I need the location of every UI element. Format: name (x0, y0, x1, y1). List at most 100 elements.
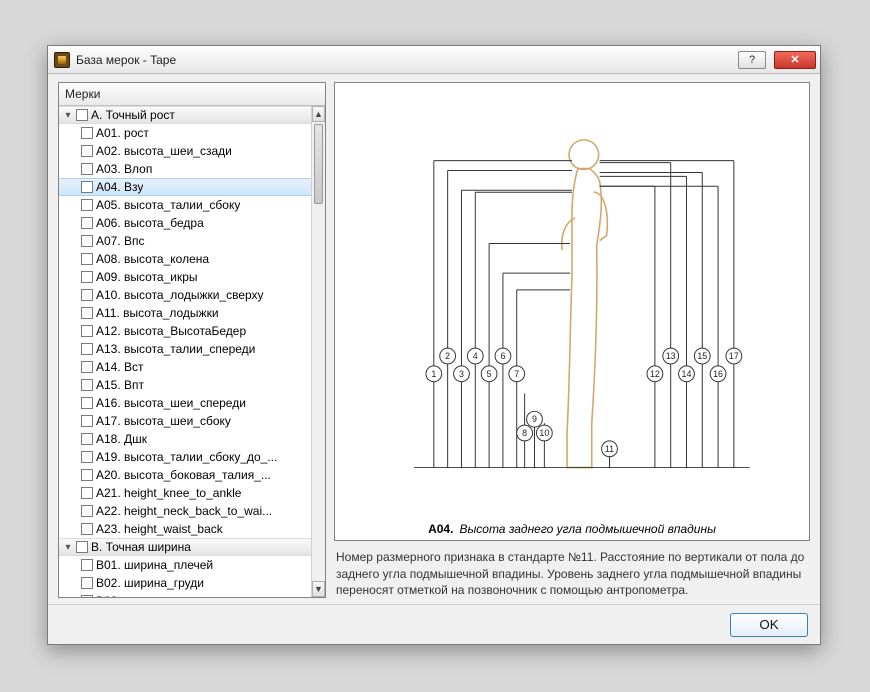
scroll-thumb[interactable] (314, 124, 323, 204)
checkbox[interactable] (81, 217, 93, 229)
tree-group-label: B. Точная ширина (91, 540, 191, 554)
checkbox[interactable] (81, 433, 93, 445)
measurements-tree[interactable]: ▾A. Точный рост A01. рост A02. высота_шеи_… (59, 106, 311, 597)
checkbox[interactable] (81, 307, 93, 319)
checkbox[interactable] (81, 343, 93, 355)
expand-icon[interactable]: ▾ (63, 542, 73, 553)
checkbox[interactable] (81, 415, 93, 427)
tree-item-label: A15. Впт (96, 378, 144, 392)
tree-item-label: A17. высота_шеи_сбоку (96, 414, 231, 428)
checkbox[interactable] (81, 181, 93, 193)
measurement-diagram: 1234567891011121314151617 A04. Высота за… (334, 82, 810, 541)
diagram-svg: 1234567891011121314151617 (345, 91, 799, 518)
checkbox[interactable] (81, 397, 93, 409)
measurements-panel: Мерки ▾A. Точный ростA01. ростA02. высот… (58, 82, 326, 598)
checkbox[interactable] (81, 163, 93, 175)
tree-wrap: ▾A. Точный рост A01. рост A02. высота_шеи_… (59, 106, 325, 597)
checkbox[interactable] (81, 235, 93, 247)
checkbox[interactable] (81, 451, 93, 463)
tree-item[interactable]: A17. высота_шеи_сбоку (59, 412, 311, 430)
tree-item[interactable]: A07. Впс (59, 232, 311, 250)
tree-item[interactable]: A19. высота_талии_сбоку_до_... (59, 448, 311, 466)
svg-text:10: 10 (539, 428, 549, 438)
tree-item[interactable]: A23. height_waist_back (59, 520, 311, 538)
tree-item-label: B02. ширина_груди (96, 576, 204, 590)
tree-item[interactable]: A18. Дшк (59, 430, 311, 448)
svg-text:17: 17 (729, 351, 739, 361)
help-button[interactable]: ? (738, 51, 766, 69)
checkbox[interactable] (81, 271, 93, 283)
tree-item[interactable]: A22. height_neck_back_to_wai... (59, 502, 311, 520)
tree-item-label: A12. высота_ВысотаБедер (96, 324, 246, 338)
tree-item[interactable]: A15. Впт (59, 376, 311, 394)
svg-text:14: 14 (682, 369, 692, 379)
checkbox[interactable] (81, 361, 93, 373)
checkbox[interactable] (81, 505, 93, 517)
checkbox[interactable] (81, 523, 93, 535)
checkbox[interactable] (76, 541, 88, 553)
tree-item[interactable]: B02. ширина_груди (59, 574, 311, 592)
tree-item[interactable]: A12. высота_ВысотаБедер (59, 322, 311, 340)
tree-item[interactable]: A03. Влоп (59, 160, 311, 178)
tree-item[interactable]: A20. высота_боковая_талия_... (59, 466, 311, 484)
tree-item-label: A11. высота_лодыжки (96, 306, 219, 320)
checkbox[interactable] (81, 325, 93, 337)
svg-text:9: 9 (532, 414, 537, 424)
checkbox[interactable] (81, 289, 93, 301)
checkbox[interactable] (81, 145, 93, 157)
tree-item[interactable]: B03. ширина_талии (59, 592, 311, 597)
tree-item[interactable]: A21. height_knee_to_ankle (59, 484, 311, 502)
tree-item[interactable]: A04. Взу (59, 178, 311, 196)
ok-button[interactable]: OK (730, 613, 808, 637)
svg-text:15: 15 (697, 351, 707, 361)
checkbox[interactable] (76, 109, 88, 121)
tree-item-label: A08. высота_колена (96, 252, 209, 266)
checkbox[interactable] (81, 199, 93, 211)
checkbox[interactable] (81, 487, 93, 499)
svg-text:8: 8 (522, 428, 527, 438)
checkbox[interactable] (81, 595, 93, 597)
tree-item-label: B03. ширина_талии (96, 594, 206, 597)
scrollbar[interactable]: ▲ ▼ (311, 106, 325, 597)
tree-item[interactable]: A14. Вст (59, 358, 311, 376)
titlebar[interactable]: База мерок - Tape ? ✕ (48, 46, 820, 74)
caption-code: A04. (428, 522, 453, 536)
tree-item-label: A01. рост (96, 126, 149, 140)
tree-group[interactable]: ▾ B. Точная ширина (59, 538, 311, 556)
svg-text:1: 1 (431, 369, 436, 379)
checkbox[interactable] (81, 577, 93, 589)
scroll-up-button[interactable]: ▲ (312, 106, 325, 122)
tree-item[interactable]: A01. рост (59, 124, 311, 142)
tree-item-label: A18. Дшк (96, 432, 147, 446)
tree-item[interactable]: A06. высота_бедра (59, 214, 311, 232)
tree-item[interactable]: A13. высота_талии_спереди (59, 340, 311, 358)
svg-text:13: 13 (666, 351, 676, 361)
checkbox[interactable] (81, 469, 93, 481)
measurement-description: Номер размерного признака в стандарте №1… (334, 547, 810, 598)
close-button[interactable]: ✕ (774, 51, 816, 69)
detail-panel: 1234567891011121314151617 A04. Высота за… (334, 82, 810, 598)
svg-text:12: 12 (650, 369, 660, 379)
checkbox[interactable] (81, 559, 93, 571)
svg-text:5: 5 (487, 369, 492, 379)
checkbox[interactable] (81, 127, 93, 139)
tree-item-label: A22. height_neck_back_to_wai... (96, 504, 272, 518)
tree-item[interactable]: A16. высота_шеи_спереди (59, 394, 311, 412)
tree-item[interactable]: A02. высота_шеи_сзади (59, 142, 311, 160)
checkbox[interactable] (81, 379, 93, 391)
scroll-down-button[interactable]: ▼ (312, 581, 325, 597)
tree-item[interactable]: A05. высота_талии_сбоку (59, 196, 311, 214)
tree-item-label: A02. высота_шеи_сзади (96, 144, 232, 158)
checkbox[interactable] (81, 253, 93, 265)
app-icon (54, 52, 70, 68)
tree-item[interactable]: A10. высота_лодыжки_сверху (59, 286, 311, 304)
tree-item-label: A21. height_knee_to_ankle (96, 486, 241, 500)
tree-item[interactable]: A09. высота_икры (59, 268, 311, 286)
tree-item-label: A04. Взу (96, 180, 143, 194)
tree-item[interactable]: A08. высота_колена (59, 250, 311, 268)
tree-item-label: A16. высота_шеи_спереди (96, 396, 246, 410)
tree-item[interactable]: A11. высота_лодыжки (59, 304, 311, 322)
expand-icon[interactable]: ▾ (63, 110, 73, 121)
tree-item[interactable]: B01. ширина_плечей (59, 556, 311, 574)
tree-group[interactable]: ▾A. Точный рост (59, 106, 311, 124)
